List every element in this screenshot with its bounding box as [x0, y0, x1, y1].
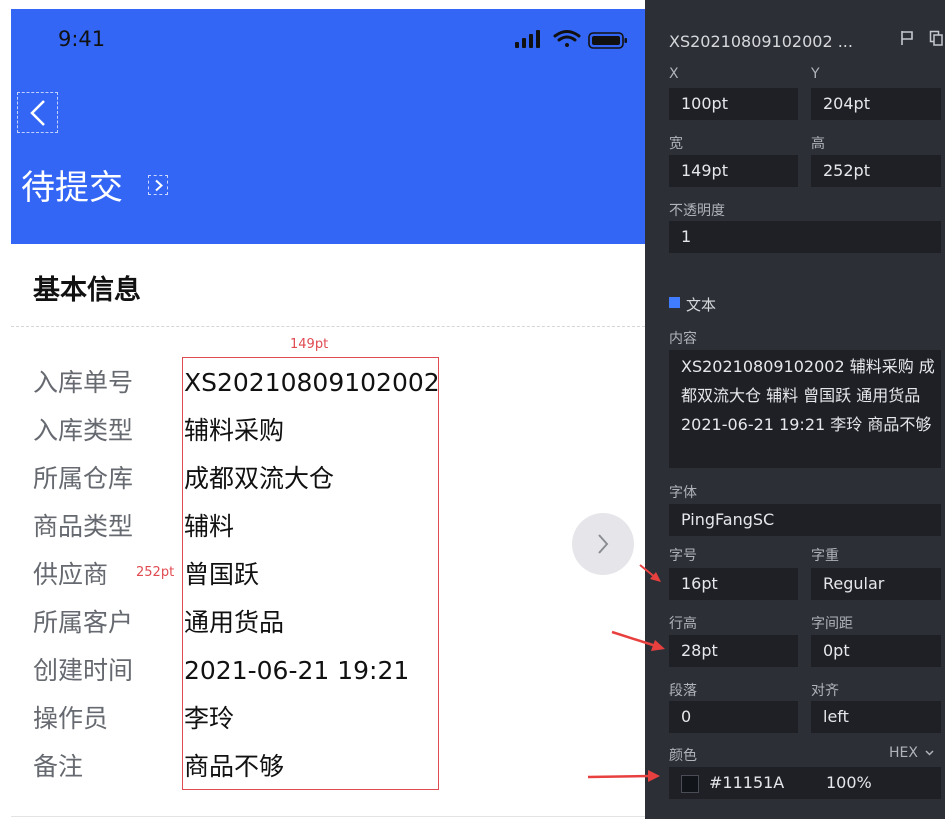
chevron-right-icon	[155, 179, 163, 192]
font-label: 字体	[669, 485, 697, 501]
field-labels: 入库单号 入库类型 所属仓库 商品类型 供应商 所属客户 创建时间 操作员 备注	[33, 359, 133, 791]
chevron-right-icon	[598, 534, 609, 554]
status-switch-button[interactable]	[148, 175, 168, 195]
wifi-icon	[553, 30, 581, 47]
letter-spacing-field[interactable]: 0pt	[811, 635, 941, 667]
opacity-label: 不透明度	[669, 203, 725, 219]
y-field[interactable]: 204pt	[811, 88, 941, 120]
color-format-select[interactable]: HEX	[889, 745, 934, 761]
opacity-field[interactable]: 1	[669, 221, 941, 253]
field-label: 商品类型	[33, 512, 134, 541]
width-measure-label: 149pt	[290, 337, 329, 352]
y-label: Y	[811, 66, 820, 82]
field-label: 备注	[33, 752, 84, 781]
font-field[interactable]: PingFangSC	[669, 504, 941, 536]
battery-icon	[588, 32, 627, 49]
field-label: 所属客户	[33, 608, 134, 637]
field-label: 创建时间	[33, 656, 134, 685]
copy-icon[interactable]	[929, 30, 943, 46]
text-section-marker	[669, 297, 680, 308]
field-label: 供应商	[33, 560, 109, 589]
signal-icon	[515, 30, 540, 48]
color-format-value: HEX	[889, 745, 918, 761]
line-height-label: 行高	[669, 616, 697, 632]
field-label: 所属仓库	[33, 464, 134, 493]
content-label: 内容	[669, 331, 697, 347]
field-label: 操作员	[33, 704, 109, 733]
chevron-left-icon	[30, 100, 45, 126]
signal-wifi-battery-icons	[515, 30, 627, 49]
color-swatch[interactable]	[681, 775, 699, 793]
height-field[interactable]: 252pt	[811, 155, 941, 187]
bottom-divider	[11, 816, 645, 817]
phone-preview: 9:41 待提交 基本信息 入库单号 入库类型 所属仓库 商品类型 供应商 所属…	[0, 0, 645, 819]
height-measure-label: 252pt	[136, 565, 175, 580]
section-title: 基本信息	[33, 275, 141, 306]
next-page-button[interactable]	[572, 513, 634, 575]
color-hex-value: #11151A	[709, 773, 785, 792]
line-height-field[interactable]: 28pt	[669, 635, 798, 667]
paragraph-field[interactable]: 0	[669, 701, 798, 733]
content-value: XS20210809102002 辅料采购 成都双流大仓 辅料 曾国跃 通用货品…	[681, 357, 935, 434]
font-size-field[interactable]: 16pt	[669, 568, 798, 600]
width-label: 宽	[669, 136, 683, 152]
font-weight-field[interactable]: Regular	[811, 568, 941, 600]
paragraph-label: 段落	[669, 683, 697, 699]
chevron-down-icon	[925, 750, 934, 756]
x-label: X	[669, 66, 679, 82]
align-field[interactable]: left	[811, 701, 941, 733]
phone-edge	[0, 0, 11, 819]
layer-name: XS20210809102002 ...	[669, 32, 853, 51]
x-field[interactable]: 100pt	[669, 88, 798, 120]
section-divider	[11, 326, 645, 327]
font-weight-label: 字重	[811, 548, 839, 564]
letter-spacing-label: 字间距	[811, 616, 853, 632]
status-time: 9:41	[58, 27, 106, 51]
font-size-label: 字号	[669, 548, 697, 564]
color-label: 颜色	[669, 748, 697, 764]
height-label: 高	[811, 136, 825, 152]
selection-box[interactable]	[182, 357, 439, 790]
content-field[interactable]: XS20210809102002 辅料采购 成都双流大仓 辅料 曾国跃 通用货品…	[669, 350, 941, 468]
field-label: 入库类型	[33, 416, 134, 445]
status-icons	[503, 28, 629, 49]
page-title: 待提交	[21, 168, 123, 208]
color-field[interactable]: #11151A 100%	[669, 767, 941, 799]
width-field[interactable]: 149pt	[669, 155, 798, 187]
text-section-title: 文本	[686, 296, 717, 314]
align-label: 对齐	[811, 683, 839, 699]
color-opacity-value: 100%	[826, 773, 872, 792]
back-button[interactable]	[17, 92, 58, 133]
field-label: 入库单号	[33, 368, 134, 397]
flag-icon[interactable]	[900, 30, 914, 46]
